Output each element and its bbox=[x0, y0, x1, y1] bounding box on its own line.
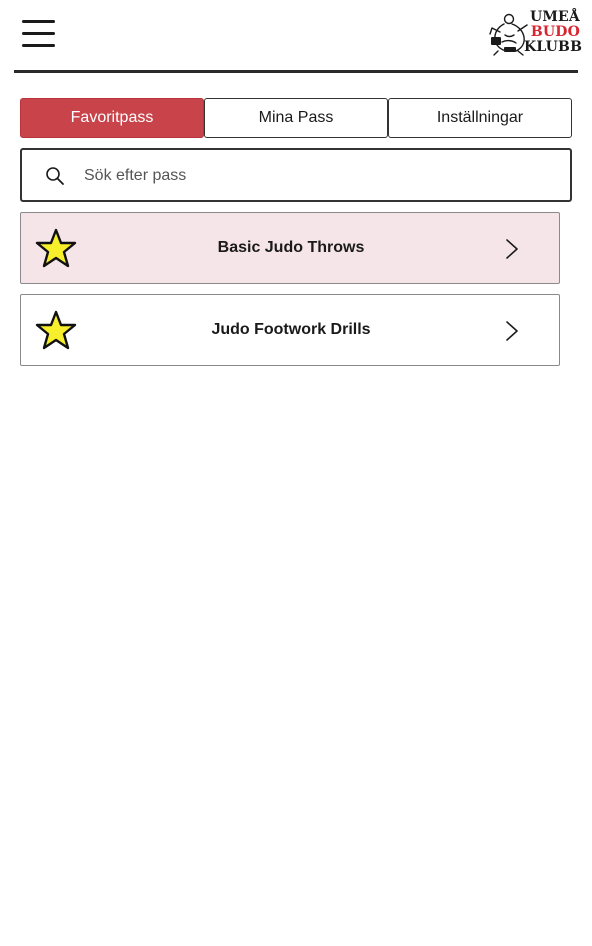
app-header: UMEÅ BUDO KLUBB bbox=[0, 0, 592, 73]
chevron-right-icon bbox=[506, 321, 518, 341]
list-item[interactable]: Judo Footwork Drills bbox=[20, 294, 560, 366]
search-box[interactable] bbox=[20, 148, 572, 202]
header-divider bbox=[14, 70, 578, 73]
search-input[interactable] bbox=[82, 160, 556, 192]
session-title: Judo Footwork Drills bbox=[211, 321, 371, 338]
list-item[interactable]: Basic Judo Throws bbox=[20, 212, 560, 284]
hamburger-menu-icon bbox=[22, 20, 55, 23]
logo-text-umea: UMEÅ bbox=[529, 9, 580, 25]
club-logo[interactable]: UMEÅ BUDO KLUBB bbox=[488, 8, 582, 58]
logo-text-klubb: KLUBB bbox=[524, 39, 583, 55]
tab-installningar[interactable]: Inställningar bbox=[388, 98, 572, 138]
star-icon[interactable] bbox=[35, 310, 77, 350]
session-title: Basic Judo Throws bbox=[217, 239, 365, 256]
chevron-right-icon bbox=[506, 239, 518, 259]
tab-bar: Favoritpass Mina Pass Inställningar bbox=[20, 98, 572, 138]
menu-button[interactable] bbox=[18, 16, 58, 52]
favorite-sessions-list: Basic Judo Throws Judo Footwork Drills bbox=[20, 212, 560, 376]
logo-text-budo: BUDO bbox=[530, 24, 580, 40]
star-icon[interactable] bbox=[35, 228, 77, 268]
tab-mina-pass[interactable]: Mina Pass bbox=[204, 98, 388, 138]
tab-favoritpass[interactable]: Favoritpass bbox=[20, 98, 204, 138]
search-icon bbox=[46, 167, 64, 185]
